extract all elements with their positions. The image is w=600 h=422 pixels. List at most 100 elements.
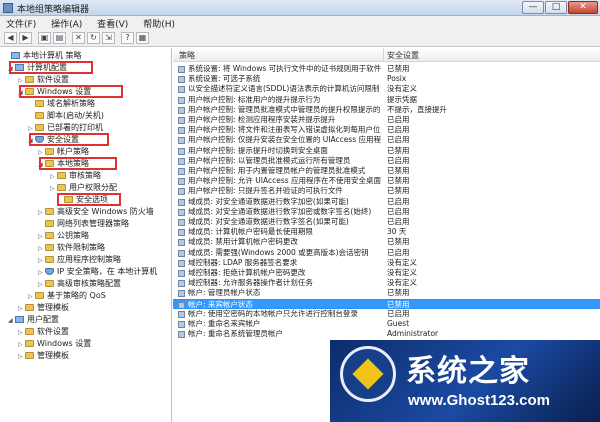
tree-item-user-software-settings[interactable]: ▷ 软件设置 [18, 326, 69, 337]
policy-setting: 已禁用 [387, 166, 410, 175]
show-hide-tree-icon[interactable]: ▤ [53, 32, 66, 44]
policy-row[interactable]: 用户帐户控制: 用于内置管理员帐户的管理员批准模式 已禁用 [173, 166, 600, 176]
policy-row[interactable]: 用户帐户控制: 只提升签名并验证的可执行文件 已禁用 [173, 186, 600, 196]
policy-row[interactable]: 域成员: 对安全通道数据进行数字加密(如果可能) 已启用 [173, 197, 600, 207]
folder-icon [25, 340, 34, 347]
policy-row[interactable]: 帐户: 管理员帐户状态 已禁用 [173, 288, 600, 298]
menu-view[interactable]: 查看(V) [91, 16, 134, 31]
policy-row[interactable]: 域成员: 禁用计算机帐户密码更改 已禁用 [173, 237, 600, 247]
policy-row[interactable]: 用户帐户控制: 以管理员批准模式运行所有管理员 已启用 [173, 156, 600, 166]
menu-help[interactable]: 帮助(H) [137, 16, 181, 31]
policy-name: 帐户: 重命名来宾帐户 [188, 319, 261, 328]
policy-icon [178, 239, 185, 247]
policy-setting: 已禁用 [387, 186, 410, 196]
tree-item-user-windows-settings[interactable]: ▷ Windows 设置 [18, 338, 91, 349]
help-icon[interactable]: ? [121, 32, 134, 44]
highlight-windows-settings [19, 85, 123, 98]
tree-item-user-admin-templates[interactable]: ▷ 管理模板 [18, 350, 69, 361]
policy-row[interactable]: 用户帐户控制: 检测应用程序安装并提示提升 已启用 [173, 115, 600, 125]
tree-item-firewall[interactable]: ▷ 高级安全 Windows 防火墙 [38, 206, 154, 217]
policy-row[interactable]: 帐户: 重命名系统管理员帐户 Administrator [173, 329, 600, 339]
folder-icon [57, 184, 66, 191]
policy-row[interactable]: 以安全描述符定义语言(SDDL)语法表示的计算机访问限制 没有定义 [173, 84, 600, 94]
export-icon[interactable]: ⇲ [102, 32, 115, 44]
policy-setting: Administrator [387, 329, 439, 339]
policy-name: 系统设置: 将 Windows 可执行文件中的证书规则用于软件... [188, 64, 381, 73]
column-divider[interactable] [383, 48, 384, 62]
refresh-icon[interactable]: ↻ [87, 32, 100, 44]
computer-icon [11, 52, 20, 59]
tree-item-printers[interactable]: ▷ 已部署的打印机 [28, 122, 103, 133]
tree-pane[interactable]: 本地计算机 策略 ◢ 计算机配置 ▷ 软件设置 ◢ Windows 设置 域名解析策略… [0, 48, 172, 422]
policy-row[interactable]: 域控制器: LDAP 服务器签名要求 没有定义 [173, 258, 600, 268]
policy-row[interactable]: 域成员: 对安全通道数据进行数字加密或数字签名(始终) 已启用 [173, 207, 600, 217]
tree-item-user-config[interactable]: ◢ 用户配置 [8, 314, 59, 325]
tree-item-advanced-audit[interactable]: ▷ 高级审核策略配置 [38, 278, 121, 289]
tree-item-scripts[interactable]: 脚本(启动/关机) [28, 110, 104, 121]
policy-row[interactable]: 域控制器: 允许服务器操作者计划任务 没有定义 [173, 278, 600, 288]
policy-row[interactable]: 域控制器: 拒绝计算机帐户密码更改 没有定义 [173, 268, 600, 278]
gpedit-icon [3, 3, 13, 13]
policy-row[interactable]: 系统设置: 将 Windows 可执行文件中的证书规则用于软件... 已禁用 [173, 64, 600, 74]
policy-setting: Guest [387, 319, 410, 328]
tree-item-qos[interactable]: ▷ 基于策略的 QoS [28, 290, 106, 301]
ip-security-icon [45, 268, 54, 275]
list-header: 策略 安全设置 [173, 48, 600, 62]
tree-item-software-settings[interactable]: ▷ 软件设置 [18, 74, 69, 85]
policy-row[interactable]: 帐户: 重命名来宾帐户 Guest [173, 319, 600, 329]
folder-icon [25, 76, 34, 83]
policy-row[interactable]: 域成员: 需要强(Windows 2000 或更高版本)会话密钥 已启用 [173, 248, 600, 258]
policy-name: 用户帐户控制: 将文件和注册表写入错误虚拟化到每用户位置 [188, 125, 381, 135]
policy-row[interactable]: 系统设置: 可选子系统 Posix [173, 74, 600, 84]
policy-row[interactable]: 帐户: 使用空密码的本地帐户只允许进行控制台登录 已启用 [173, 309, 600, 319]
maximize-button[interactable]: □ [545, 1, 567, 14]
tree-item-account-policy[interactable]: ▷ 帐户策略 [38, 146, 89, 157]
policy-setting: 已禁用 [387, 145, 410, 155]
menu-action[interactable]: 操作(A) [45, 16, 88, 31]
tree-item-ip-security[interactable]: ▷ IP 安全策略，在 本地计算机 [38, 266, 157, 277]
policy-row[interactable]: 用户帐户控制: 标准用户的提升提示行为 提示凭据 [173, 95, 600, 105]
back-icon[interactable]: ◀ [4, 32, 17, 44]
policy-setting: 已启用 [387, 206, 410, 216]
policy-setting: 提示凭据 [387, 94, 417, 104]
tree-item-audit-policy[interactable]: ▷ 审核策略 [50, 170, 101, 181]
policy-row[interactable]: 用户帐户控制: 提示提升时切换到安全桌面 已禁用 [173, 146, 600, 156]
column-policy[interactable]: 策略 [179, 50, 195, 61]
folder-icon [45, 232, 54, 239]
policy-row[interactable]: 用户帐户控制: 管理员批准模式中管理员的提升权限提示的... 不提示，直接提升 [173, 105, 600, 115]
watermark-title: 系统之家 [406, 354, 530, 389]
tree-item-user-rights[interactable]: ▷ 用户权限分配 [50, 182, 117, 193]
policy-row[interactable]: 帐户: 来宾帐户状态 已禁用 [173, 298, 600, 309]
policy-row[interactable]: 域成员: 计算机帐户密码最长使用期限 30 天 [173, 227, 600, 237]
tree-item-app-control[interactable]: ▷ 应用程序控制策略 [38, 254, 121, 265]
policy-name: 帐户: 管理员帐户状态 [188, 288, 261, 298]
tree-item-admin-templates[interactable]: ▷ 管理模板 [18, 302, 69, 313]
policy-icon [178, 76, 185, 84]
policy-setting: Posix [387, 74, 407, 84]
close-button[interactable]: ✕ [568, 1, 598, 14]
up-folder-icon[interactable]: ▣ [38, 32, 51, 44]
policy-icon [178, 259, 185, 267]
tree-item-public-key[interactable]: ▷ 公钥策略 [38, 230, 89, 241]
policy-setting: 30 天 [387, 227, 407, 237]
properties-icon[interactable]: ▦ [136, 32, 149, 44]
policy-row[interactable]: 用户帐户控制: 将文件和注册表写入错误虚拟化到每用户位置 已启用 [173, 125, 600, 135]
policy-row[interactable]: 用户帐户控制: 允许 UIAccess 应用程序在不使用安全桌面... 已禁用 [173, 176, 600, 186]
policy-setting: 已禁用 [387, 288, 410, 298]
window-title: 本地组策略编辑器 [17, 5, 90, 15]
column-security-setting[interactable]: 安全设置 [387, 50, 419, 61]
minimize-button[interactable]: — [522, 1, 544, 14]
tree-item-network-list[interactable]: 网络列表管理器策略 [38, 218, 129, 229]
policy-name: 用户帐户控制: 管理员批准模式中管理员的提升权限提示的... [188, 104, 381, 114]
tree-item-software-restriction[interactable]: ▷ 软件限制策略 [38, 242, 105, 253]
policy-row[interactable]: 域成员: 对安全通道数据进行数字签名(如果可能) 已启用 [173, 217, 600, 227]
policy-row[interactable]: 用户帐户控制: 仅提升安装在安全位置的 UIAccess 应用程序 已启用 [173, 135, 600, 145]
policy-name: 系统设置: 可选子系统 [188, 74, 261, 84]
tree-item-name-resolution[interactable]: 域名解析策略 [28, 98, 95, 109]
forward-icon[interactable]: ▶ [19, 32, 32, 44]
tree-item-local-policy[interactable]: 本地计算机 策略 [4, 50, 82, 61]
policy-name: 用户帐户控制: 只提升签名并验证的可执行文件 [188, 186, 343, 196]
policy-name: 域控制器: LDAP 服务器签名要求 [188, 257, 298, 267]
menu-file[interactable]: 文件(F) [0, 16, 42, 31]
delete-icon[interactable]: ✕ [72, 32, 85, 44]
